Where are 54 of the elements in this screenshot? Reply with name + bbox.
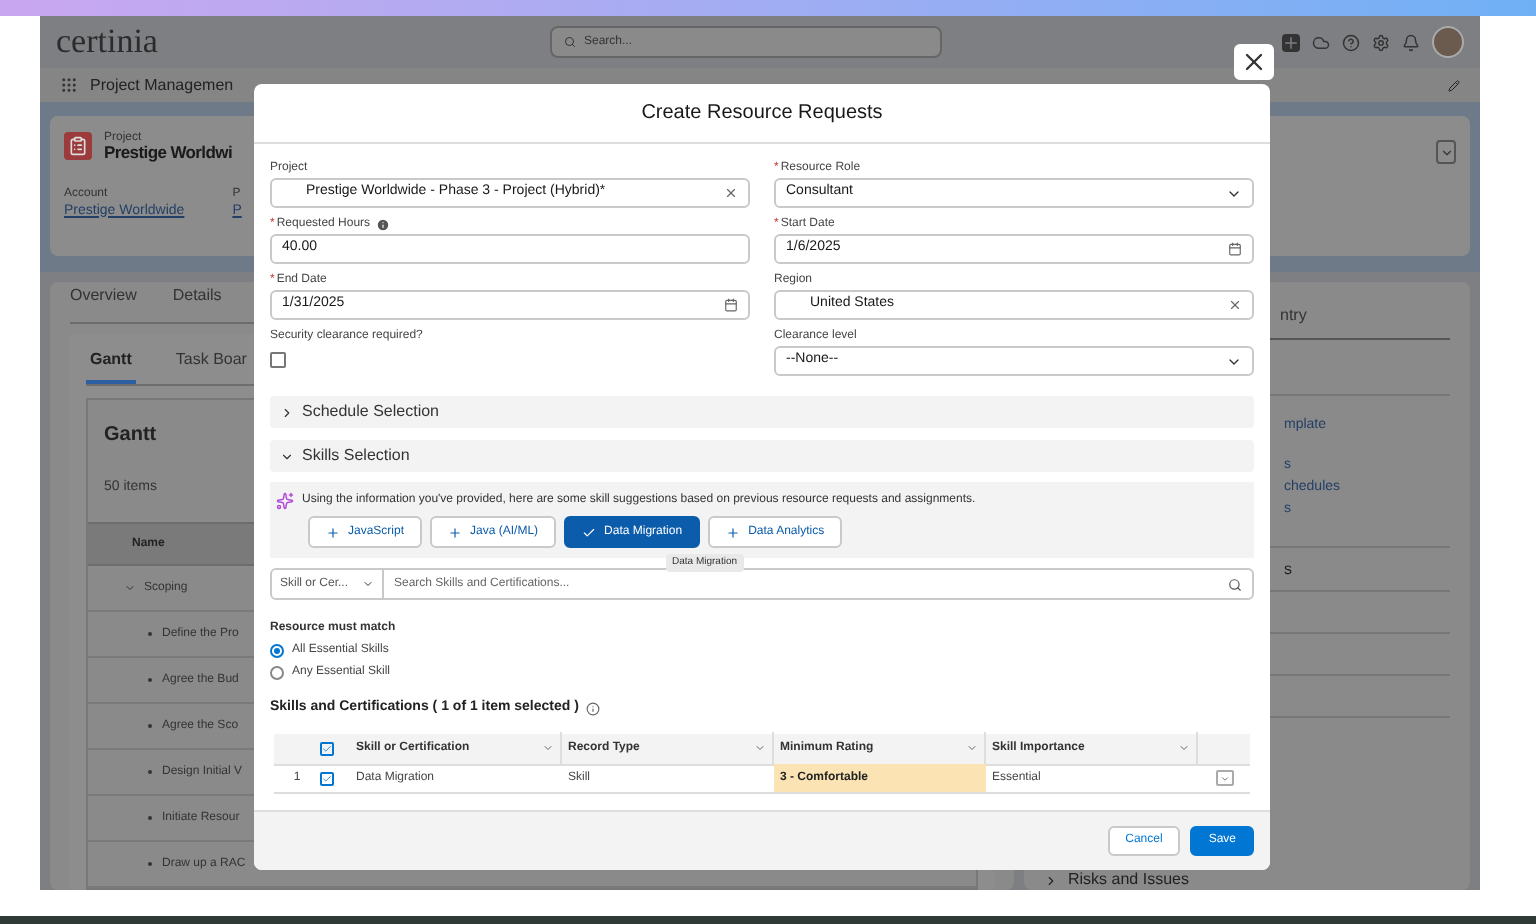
chevron-right-icon bbox=[280, 405, 294, 419]
close-button[interactable] bbox=[1234, 44, 1274, 80]
chevron-right-icon[interactable] bbox=[1044, 873, 1058, 887]
bell-icon[interactable] bbox=[1402, 33, 1420, 51]
app-launcher-icon[interactable] bbox=[60, 76, 78, 94]
chevron-down-icon bbox=[1439, 145, 1453, 159]
check-icon bbox=[322, 773, 332, 783]
check-icon bbox=[582, 525, 597, 539]
help-icon[interactable] bbox=[1342, 33, 1360, 51]
plus-icon bbox=[726, 525, 741, 539]
close-icon bbox=[1240, 48, 1268, 76]
logo: certinia bbox=[56, 20, 160, 65]
chevron-down-icon[interactable] bbox=[124, 582, 136, 594]
actions-dropdown[interactable] bbox=[1436, 140, 1456, 164]
calendar-icon bbox=[1228, 242, 1242, 256]
pencil-icon[interactable] bbox=[1448, 79, 1460, 91]
radio-button[interactable] bbox=[270, 666, 284, 680]
clear-icon[interactable] bbox=[724, 186, 738, 200]
tab[interactable]: Gantt bbox=[86, 347, 136, 383]
section-title: Risks and Issues bbox=[1068, 868, 1189, 890]
chevron-down-icon bbox=[1219, 773, 1229, 783]
settings-icon[interactable] bbox=[1372, 33, 1390, 51]
record-title: Prestige Worldwi bbox=[104, 144, 233, 161]
chevron-down-icon bbox=[280, 449, 294, 463]
tab[interactable]: Task Boar bbox=[171, 347, 251, 383]
sparkle-icon bbox=[276, 492, 294, 510]
cloud-icon[interactable] bbox=[1312, 33, 1330, 51]
tab[interactable]: Details bbox=[172, 283, 222, 307]
plus-icon bbox=[448, 525, 463, 539]
avatar[interactable] bbox=[1432, 26, 1464, 58]
chevron-down-icon bbox=[542, 742, 554, 754]
chevron-down-icon bbox=[1178, 742, 1190, 754]
section-title: s bbox=[1284, 557, 1292, 581]
card-title: Gantt bbox=[104, 421, 157, 449]
section-header[interactable]: Schedule Selection bbox=[270, 396, 1254, 428]
checkbox[interactable] bbox=[320, 741, 334, 755]
modal-title: Create Resource Requests bbox=[641, 100, 883, 128]
checkbox[interactable] bbox=[270, 352, 286, 368]
tab[interactable]: Overview bbox=[70, 283, 137, 307]
row-action-button[interactable] bbox=[1215, 770, 1233, 786]
check-icon bbox=[322, 743, 332, 753]
radio-button[interactable] bbox=[270, 644, 284, 658]
plus-icon[interactable] bbox=[1282, 33, 1300, 51]
calendar-icon bbox=[724, 298, 738, 312]
project-icon bbox=[68, 136, 88, 156]
chevron-down-icon bbox=[966, 742, 978, 754]
app-name: Project Managemen bbox=[90, 73, 234, 97]
chevron-down-icon bbox=[754, 742, 766, 754]
search-icon bbox=[564, 36, 576, 48]
tab[interactable]: ntry bbox=[1280, 304, 1307, 328]
checkbox[interactable] bbox=[320, 771, 334, 785]
clear-icon[interactable] bbox=[1228, 298, 1242, 312]
plus-icon bbox=[326, 525, 340, 539]
section-header[interactable]: Skills Selection bbox=[270, 440, 1254, 472]
